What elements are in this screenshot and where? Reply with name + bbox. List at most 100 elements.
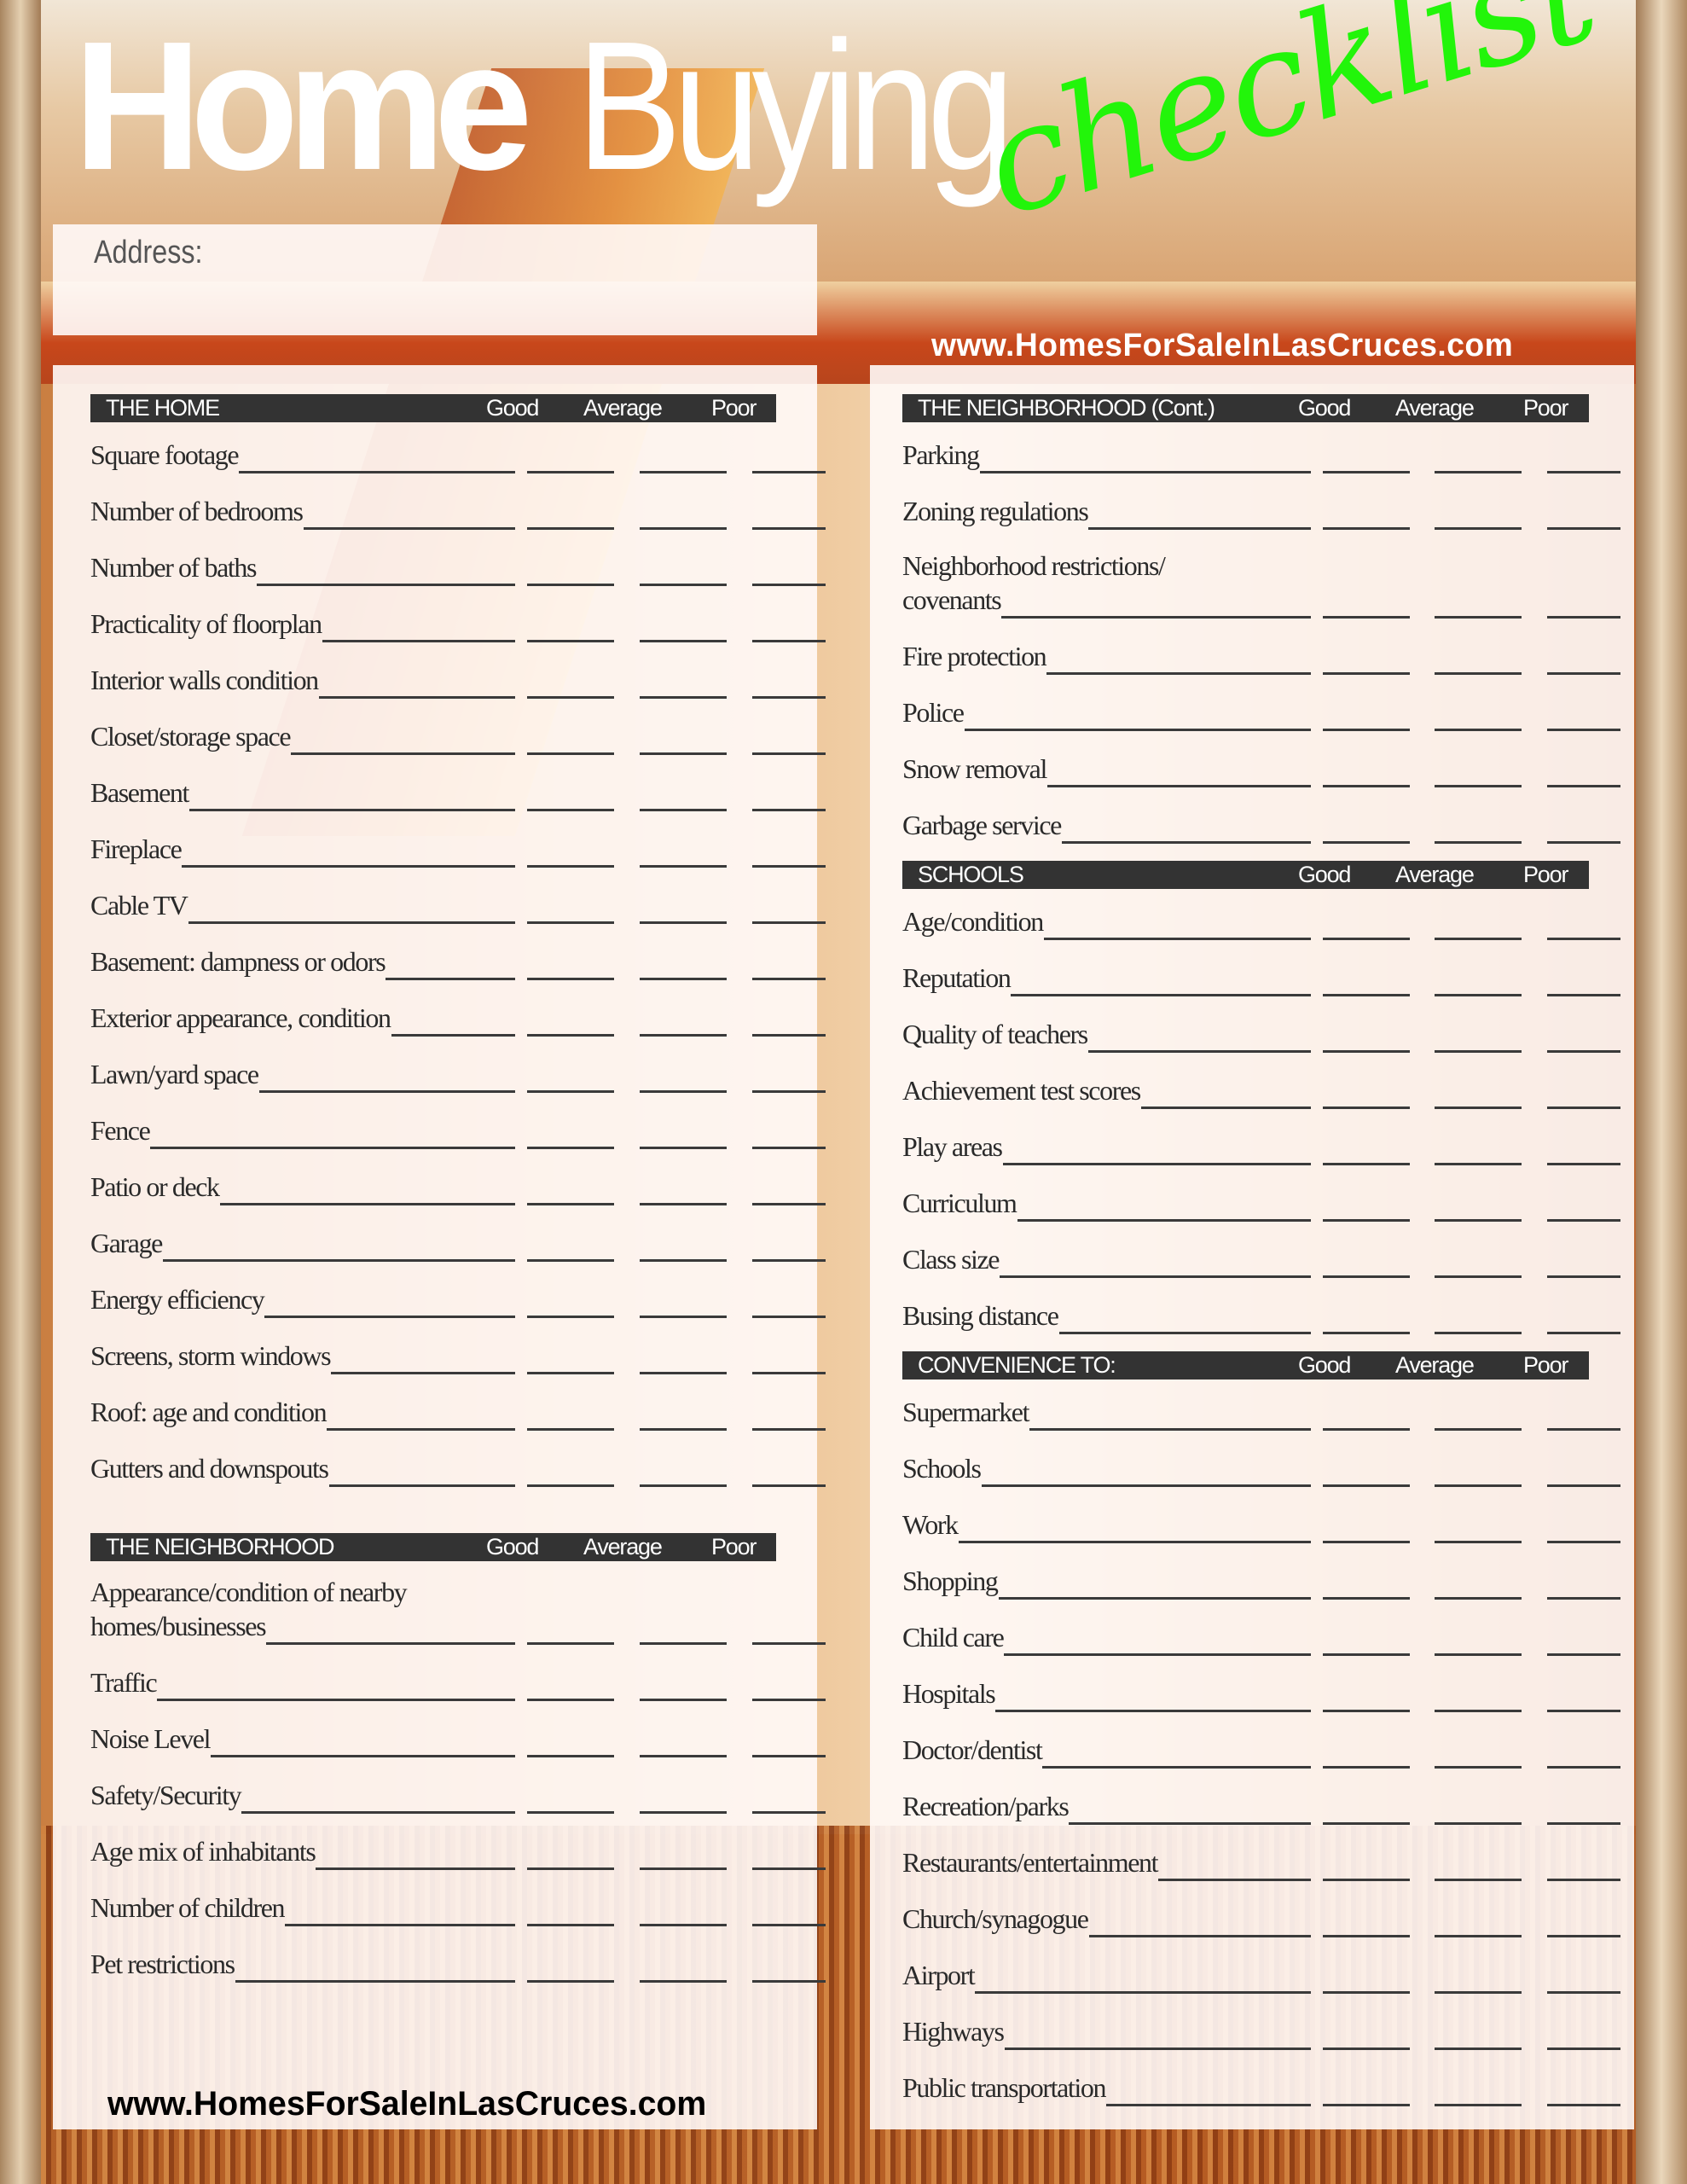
good-rating-blank[interactable] [1323,785,1410,787]
good-rating-blank[interactable] [527,584,614,586]
average-rating-blank[interactable] [1435,1107,1522,1109]
notes-blank[interactable] [239,471,515,473]
average-rating-blank[interactable] [1435,1879,1522,1881]
notes-blank[interactable] [980,471,1311,473]
average-rating-blank[interactable] [1435,1991,1522,1994]
poor-rating-blank[interactable] [752,1867,826,1870]
poor-rating-blank[interactable] [752,1034,826,1037]
good-rating-blank[interactable] [527,1867,614,1870]
good-rating-blank[interactable] [527,809,614,811]
poor-rating-blank[interactable] [752,978,826,980]
notes-blank[interactable] [189,809,515,811]
good-rating-blank[interactable] [527,865,614,868]
average-rating-blank[interactable] [640,640,727,642]
notes-blank[interactable] [163,1259,515,1262]
poor-rating-blank[interactable] [1547,938,1620,940]
average-rating-blank[interactable] [640,1090,727,1093]
good-rating-blank[interactable] [527,1811,614,1814]
notes-blank[interactable] [241,1811,515,1814]
poor-rating-blank[interactable] [1547,1597,1620,1600]
good-rating-blank[interactable] [527,527,614,530]
notes-blank[interactable] [1062,841,1311,844]
notes-blank[interactable] [1106,2104,1311,2106]
good-rating-blank[interactable] [527,978,614,980]
good-rating-blank[interactable] [527,1642,614,1645]
average-rating-blank[interactable] [1435,672,1522,675]
notes-blank[interactable] [975,1991,1311,1994]
average-rating-blank[interactable] [1435,1766,1522,1769]
good-rating-blank[interactable] [1323,1991,1410,1994]
average-rating-blank[interactable] [640,1428,727,1431]
average-rating-blank[interactable] [640,1372,727,1374]
notes-blank[interactable] [1003,1163,1311,1165]
poor-rating-blank[interactable] [1547,1219,1620,1222]
good-rating-blank[interactable] [1323,1275,1410,1278]
notes-blank[interactable] [319,696,515,699]
poor-rating-blank[interactable] [1547,1766,1620,1769]
poor-rating-blank[interactable] [752,1428,826,1431]
good-rating-blank[interactable] [527,471,614,473]
good-rating-blank[interactable] [1323,672,1410,675]
notes-blank[interactable] [1000,1275,1311,1278]
poor-rating-blank[interactable] [752,696,826,699]
poor-rating-blank[interactable] [752,1259,826,1262]
average-rating-blank[interactable] [640,1811,727,1814]
poor-rating-blank[interactable] [1547,1653,1620,1656]
notes-blank[interactable] [1011,994,1311,996]
good-rating-blank[interactable] [1323,1710,1410,1712]
average-rating-blank[interactable] [1435,2104,1522,2106]
poor-rating-blank[interactable] [1547,2104,1620,2106]
notes-blank[interactable] [327,1428,515,1431]
good-rating-blank[interactable] [1323,1484,1410,1487]
notes-blank[interactable] [1069,1822,1311,1825]
notes-blank[interactable] [1047,785,1311,787]
poor-rating-blank[interactable] [752,471,826,473]
average-rating-blank[interactable] [1435,938,1522,940]
average-rating-blank[interactable] [640,1980,727,1983]
poor-rating-blank[interactable] [1547,1050,1620,1053]
average-rating-blank[interactable] [1435,471,1522,473]
average-rating-blank[interactable] [640,584,727,586]
average-rating-blank[interactable] [1435,1597,1522,1600]
poor-rating-blank[interactable] [1547,1428,1620,1431]
poor-rating-blank[interactable] [752,809,826,811]
notes-blank[interactable] [1046,672,1311,675]
poor-rating-blank[interactable] [1547,785,1620,787]
notes-blank[interactable] [1042,1766,1311,1769]
average-rating-blank[interactable] [640,696,727,699]
poor-rating-blank[interactable] [752,640,826,642]
poor-rating-blank[interactable] [1547,729,1620,731]
average-rating-blank[interactable] [640,865,727,868]
good-rating-blank[interactable] [527,921,614,924]
poor-rating-blank[interactable] [752,752,826,755]
average-rating-blank[interactable] [640,471,727,473]
good-rating-blank[interactable] [1323,2048,1410,2050]
good-rating-blank[interactable] [527,1484,614,1487]
average-rating-blank[interactable] [1435,1935,1522,1937]
good-rating-blank[interactable] [1323,1653,1410,1656]
poor-rating-blank[interactable] [1547,1275,1620,1278]
notes-blank[interactable] [235,1980,515,1983]
good-rating-blank[interactable] [1323,1597,1410,1600]
poor-rating-blank[interactable] [752,1372,826,1374]
average-rating-blank[interactable] [640,1699,727,1701]
good-rating-blank[interactable] [527,1924,614,1926]
average-rating-blank[interactable] [640,1642,727,1645]
average-rating-blank[interactable] [1435,1653,1522,1656]
good-rating-blank[interactable] [527,1147,614,1149]
notes-blank[interactable] [211,1755,515,1757]
good-rating-blank[interactable] [1323,729,1410,731]
good-rating-blank[interactable] [527,640,614,642]
good-rating-blank[interactable] [1323,527,1410,530]
poor-rating-blank[interactable] [752,1924,826,1926]
average-rating-blank[interactable] [1435,1428,1522,1431]
poor-rating-blank[interactable] [1547,1991,1620,1994]
good-rating-blank[interactable] [527,752,614,755]
average-rating-blank[interactable] [640,809,727,811]
notes-blank[interactable] [1088,527,1311,530]
poor-rating-blank[interactable] [1547,527,1620,530]
poor-rating-blank[interactable] [1547,1107,1620,1109]
average-rating-blank[interactable] [1435,785,1522,787]
average-rating-blank[interactable] [640,1924,727,1926]
poor-rating-blank[interactable] [1547,616,1620,619]
